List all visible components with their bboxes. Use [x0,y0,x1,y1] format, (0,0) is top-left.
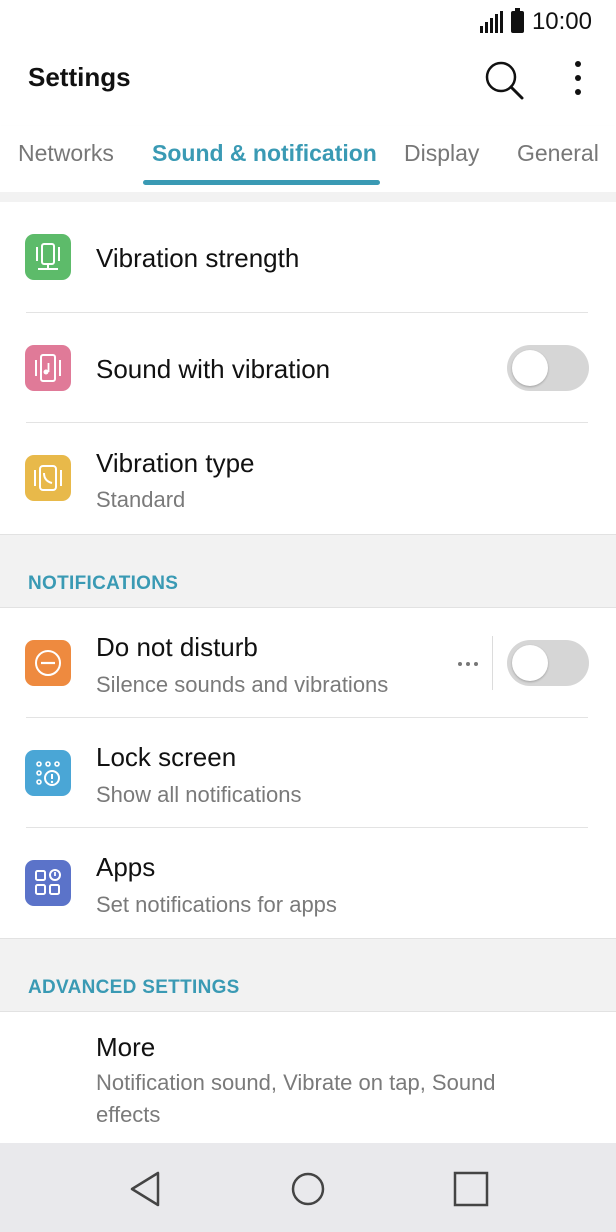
sound-with-vibration-toggle[interactable] [507,345,589,391]
vibration-strength-row[interactable]: Vibration strength [0,202,616,313]
apps-notification-icon [25,860,71,906]
navigation-bar [0,1143,616,1232]
more-vert-icon [575,61,581,95]
row-title: Vibration type [96,448,255,478]
section-header-label: ADVANCED SETTINGS [28,977,240,998]
do-not-disturb-icon [25,640,71,686]
do-not-disturb-row[interactable]: Do not disturb Silence sounds and vibrat… [0,608,616,718]
vibration-type-row[interactable]: Vibration type Standard [0,423,616,534]
settings-list: Vibration strength Sound with vibration [0,192,616,1152]
section-header-advanced: ADVANCED SETTINGS [0,938,616,1012]
toggle-knob [512,645,548,681]
toggle-knob [512,350,548,386]
row-title: Apps [96,852,156,882]
row-subtitle: Show all notifications [96,782,302,807]
search-button[interactable] [482,58,526,102]
vertical-divider [492,636,493,690]
recents-button[interactable] [449,1167,493,1211]
app-bar: Settings [0,44,616,116]
more-horiz-icon[interactable] [456,656,480,666]
vibration-type-icon [25,455,71,501]
row-title: Do not disturb [96,632,258,662]
row-title: Vibration strength [96,243,300,273]
back-button[interactable] [124,1167,168,1211]
recents-icon [453,1171,489,1207]
sound-with-vibration-row[interactable]: Sound with vibration [0,313,616,423]
do-not-disturb-toggle[interactable] [507,640,589,686]
tab-networks[interactable]: Networks [18,140,114,167]
section-header-notifications: NOTIFICATIONS [0,534,616,608]
row-subtitle: Standard [96,487,186,512]
tab-bar: Networks Sound & notification Display Ge… [0,126,616,193]
active-tab-indicator [143,180,380,185]
vibration-strength-icon [25,234,71,280]
row-subtitle-line2: effects [96,1102,161,1127]
apps-row[interactable]: Apps Set notifications for apps [0,828,616,938]
status-time: 10:00 [531,8,592,35]
sound-vibration-icon [25,345,71,391]
search-icon [485,61,524,100]
tab-general[interactable]: General [517,140,599,167]
tab-sound-notification[interactable]: Sound & notification [152,140,377,167]
row-subtitle-line1: Notification sound, Vibrate on tap, Soun… [96,1070,496,1095]
more-row[interactable]: More Notification sound, Vibrate on tap,… [0,1012,616,1152]
home-button[interactable] [286,1167,330,1211]
back-icon [130,1171,160,1207]
page-title: Settings [28,62,131,92]
row-title: Sound with vibration [96,354,331,384]
status-icons: 10:00 [479,8,592,36]
home-icon [291,1172,325,1206]
signal-icon [479,11,503,33]
battery-icon [510,8,524,33]
row-subtitle: Silence sounds and vibrations [96,672,389,697]
lock-screen-row[interactable]: Lock screen Show all notifications [0,718,616,828]
lock-screen-icon [25,750,71,796]
top-spacer [0,192,616,202]
section-header-label: NOTIFICATIONS [28,573,179,594]
tab-display[interactable]: Display [404,140,479,167]
status-bar: 10:00 [0,0,616,44]
more-options-button[interactable] [560,58,596,102]
row-title: Lock screen [96,742,237,772]
row-subtitle: Set notifications for apps [96,892,337,917]
row-title: More [96,1032,156,1062]
